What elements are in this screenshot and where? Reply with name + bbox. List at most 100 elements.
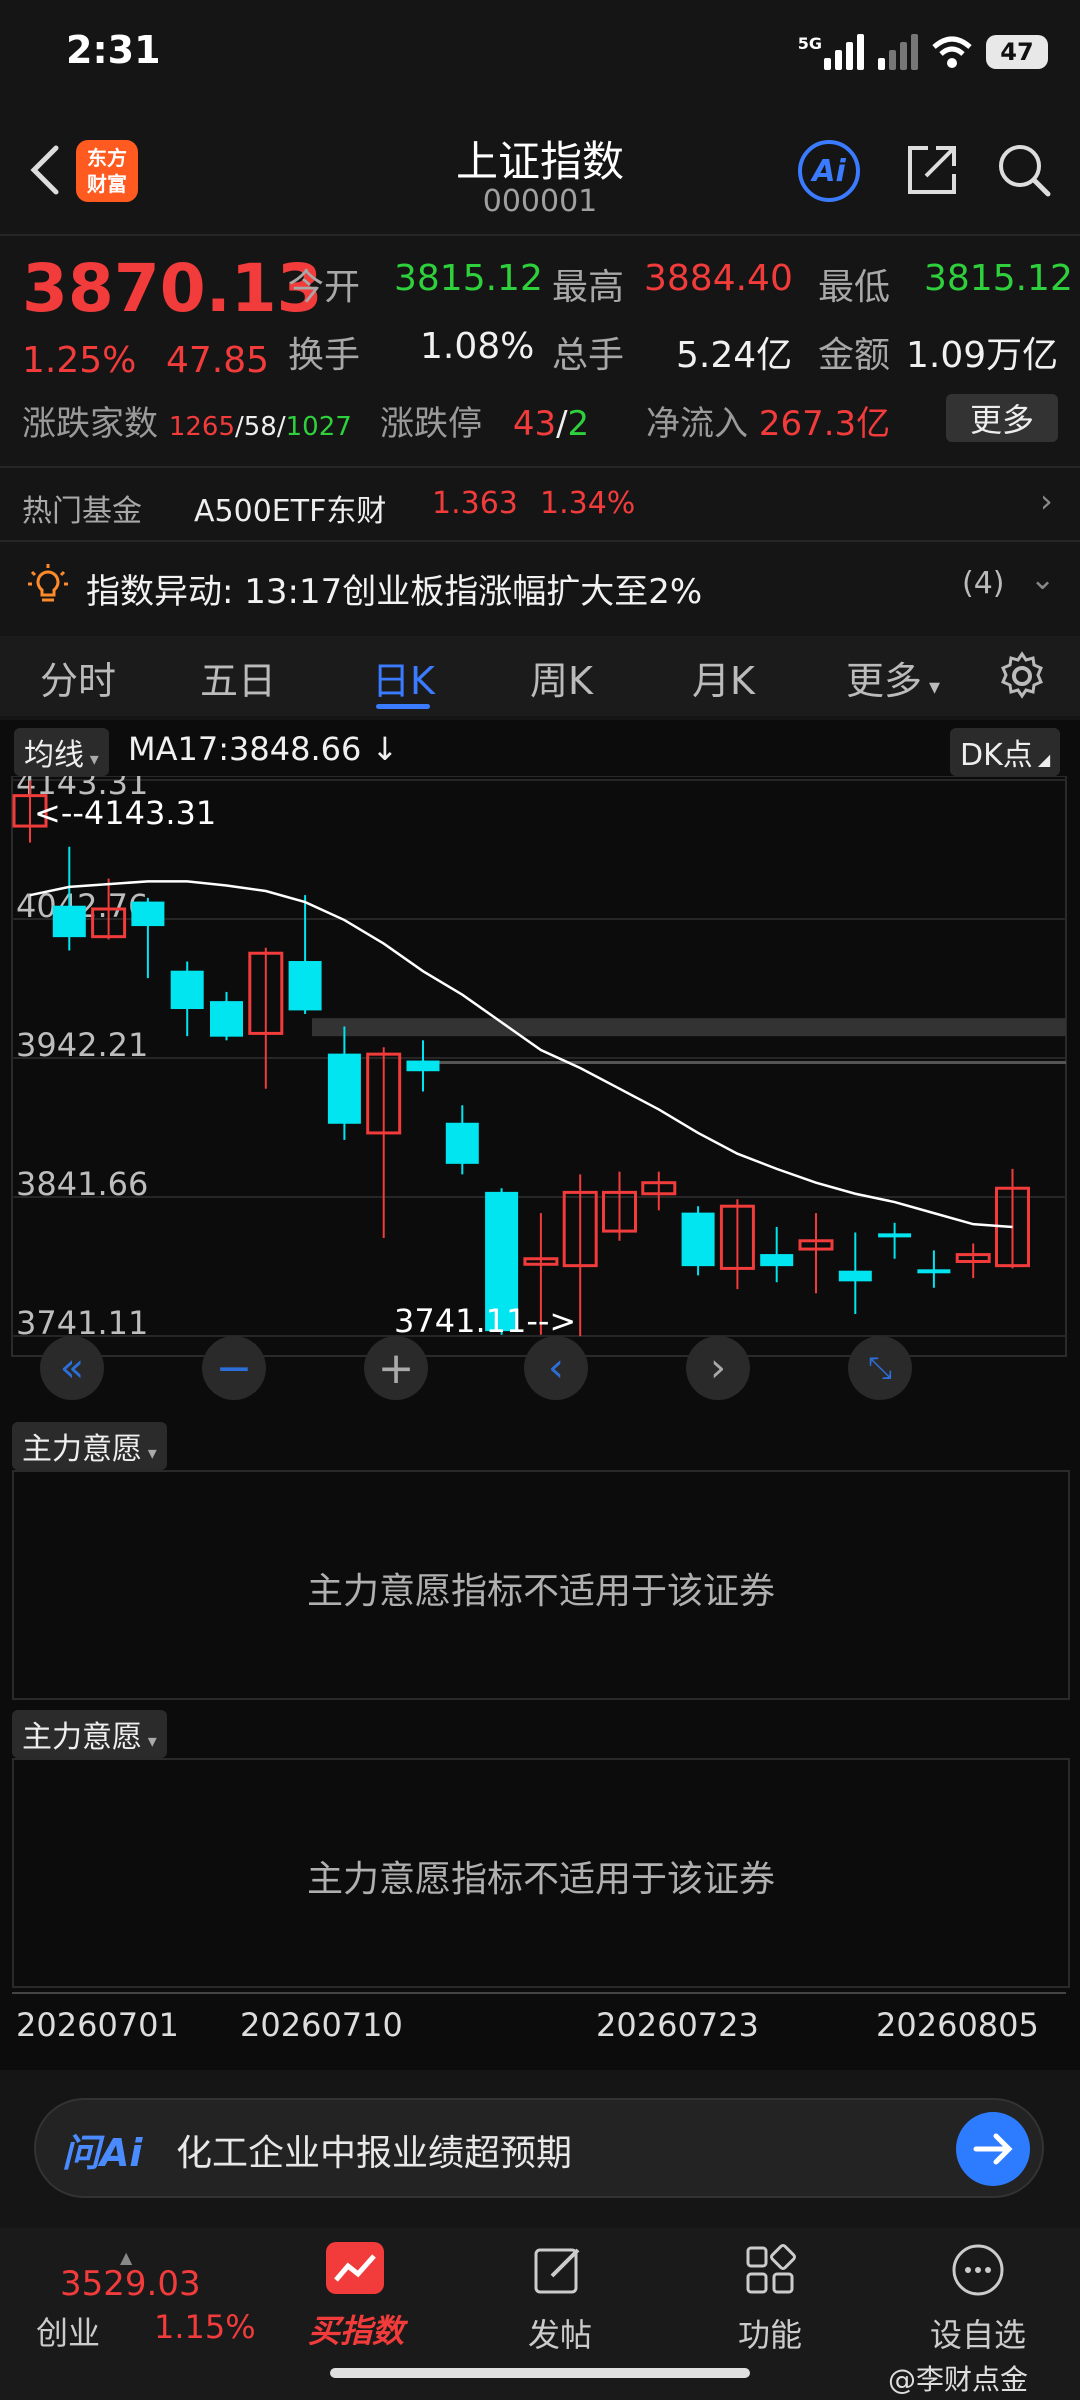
panel2-message: 主力意愿指标不适用于该证券 (306, 1859, 775, 1900)
high-value: 3884.40 (644, 258, 793, 299)
candle-body (210, 1001, 243, 1037)
high-label: 最高 (552, 267, 625, 308)
candle-body (170, 970, 204, 1010)
scroll-right-button[interactable]: › (686, 1336, 750, 1400)
dk-point-button[interactable]: DK点 ◢ (950, 728, 1061, 776)
x-tick-label: 20260701 (16, 2006, 179, 2044)
ma-value: MA17:3848.66 ↓ (128, 730, 399, 768)
candle-body (406, 1060, 440, 1072)
scroll-left-button[interactable]: ‹ (524, 1336, 588, 1400)
period-tabs: 分时 五日 日K 周K 月K 更多 ▾ (0, 636, 1080, 716)
x-tick-label: 20260805 (876, 2006, 1039, 2044)
quote-divider (0, 466, 1080, 468)
panel2-indicator-dropdown[interactable]: 主力意愿 ▾ (12, 1710, 167, 1758)
chart-border (11, 776, 1067, 1357)
zoom-out-button[interactable]: − (202, 1336, 266, 1400)
header: 东方 财富 上证指数 000001 Ai (0, 110, 1080, 230)
nav-functions[interactable]: 功能 (712, 2242, 832, 2382)
candle-body (760, 1254, 794, 1267)
search-icon[interactable] (994, 140, 1054, 200)
alert-count: (4) (962, 566, 1005, 601)
tab-intraday[interactable]: 分时 (40, 650, 116, 705)
resistance-band (312, 1018, 1066, 1037)
header-divider (0, 234, 1080, 236)
settings-gear-icon[interactable] (996, 650, 1048, 702)
nav-post[interactable]: 发帖 (504, 2242, 624, 2382)
panel2-area: 主力意愿指标不适用于该证券 (12, 1758, 1070, 1988)
dk-point-label: DK点 (960, 738, 1033, 773)
chevron-right-icon: › (1040, 482, 1053, 520)
cyb-pct: 1.15% (154, 2308, 256, 2346)
amount-label: 金额 (818, 335, 891, 376)
limit-row: 涨跌停 43/2 (380, 404, 590, 444)
scroll-left-fast-button[interactable]: « (40, 1336, 104, 1400)
tab-monthly-k[interactable]: 月K (692, 650, 755, 705)
ma17-line (29, 880, 1013, 1229)
active-tab-indicator (376, 704, 430, 709)
open-label: 今开 (288, 267, 361, 308)
y-tick-label: 3942.21 (16, 1026, 148, 1064)
low-label: 最低 (818, 267, 891, 308)
wifi-icon (932, 36, 972, 68)
breadth-down: 1027 (285, 412, 352, 442)
trend-chart-icon (326, 2242, 384, 2294)
signal-5g-icon: 5G (798, 34, 864, 70)
candle-body (327, 1053, 361, 1124)
status-bar: 2:31 5G 47 (0, 0, 1080, 100)
panel1-area: 主力意愿指标不适用于该证券 (12, 1470, 1070, 1700)
hot-fund-name: A500ETF东财 (194, 494, 387, 529)
fullscreen-icon[interactable]: ⤡ (848, 1336, 912, 1400)
tab-five-day[interactable]: 五日 (200, 650, 276, 705)
candle-body (52, 905, 86, 938)
y-tick-label: 3841.66 (16, 1165, 148, 1203)
ai-assistant-button[interactable]: Ai (798, 140, 860, 202)
ma-indicator-dropdown[interactable]: 均线 ▾ (14, 728, 109, 776)
panel1-indicator-dropdown[interactable]: 主力意愿 ▾ (12, 1422, 167, 1470)
chevron-down-icon[interactable]: ⌄ (1030, 562, 1055, 597)
change-percent: 1.25% (22, 340, 137, 381)
breadth-label: 涨跌家数 (22, 404, 158, 444)
tab-weekly-k[interactable]: 周K (530, 650, 593, 705)
max-price-label: <--4143.31 (34, 794, 216, 832)
volume-value: 5.24亿 (676, 335, 793, 376)
ask-ai-bar[interactable]: 问Ai 化工企业中报业绩超预期 (34, 2098, 1044, 2198)
ask-ai-logo: 问Ai (62, 2131, 143, 2175)
limit-up: 43 (512, 404, 557, 444)
hot-divider (0, 540, 1080, 542)
breadth-up: 1265 (168, 412, 235, 442)
candle-body (445, 1122, 479, 1164)
watermark: @李财点金 (888, 2363, 1029, 2396)
inflow-label: 净流入 (646, 404, 748, 444)
min-price-label: 3741.11--> (394, 1302, 576, 1340)
tab-more[interactable]: 更多 ▾ (846, 650, 940, 705)
zoom-in-button[interactable]: + (364, 1336, 428, 1400)
candle-body (878, 1233, 912, 1238)
x-axis-line (12, 1992, 1066, 1994)
nav-add-watchlist-label: 设自选 (929, 2316, 1026, 2354)
tab-daily-k[interactable]: 日K (372, 650, 435, 705)
panel2-label: 主力意愿 (22, 1720, 142, 1755)
network-type: 5G (797, 34, 822, 53)
limit-down: 2 (567, 404, 590, 444)
volume-label: 总手 (552, 335, 625, 376)
nav-buy-index[interactable]: 买指数 (296, 2242, 436, 2382)
kline-chart[interactable]: 4143.314042.763942.213841.663741.11<--41… (0, 776, 1080, 1366)
ask-send-button[interactable] (956, 2112, 1030, 2186)
alert-text: 指数异动: 13:17创业板指涨幅扩大至2% (86, 572, 703, 612)
open-value: 3815.12 (394, 258, 543, 299)
panel1-message: 主力意愿指标不适用于该证券 (306, 1571, 775, 1612)
share-icon[interactable] (902, 140, 962, 200)
candle-body (288, 961, 322, 1011)
amount-value: 1.09万亿 (906, 335, 1059, 376)
candle-body (838, 1270, 872, 1282)
nav-post-label: 发帖 (527, 2316, 592, 2354)
hot-fund-price: 1.363 (432, 486, 518, 521)
candle-body (917, 1269, 951, 1274)
cyb-index-widget[interactable]: ▲ 3529.03 创业 1.15% (20, 2248, 256, 2358)
lightbulb-icon (28, 564, 68, 602)
hot-fund-row[interactable]: 热门基金 A500ETF东财 1.363 1.34% › (0, 470, 1080, 540)
index-alert-row[interactable]: 指数异动: 13:17创业板指涨幅扩大至2% (4) ⌄ (0, 550, 1080, 620)
breadth-flat: 58 (243, 412, 277, 442)
nav-functions-label: 功能 (737, 2316, 802, 2354)
more-quote-button[interactable]: 更多 (946, 394, 1058, 442)
